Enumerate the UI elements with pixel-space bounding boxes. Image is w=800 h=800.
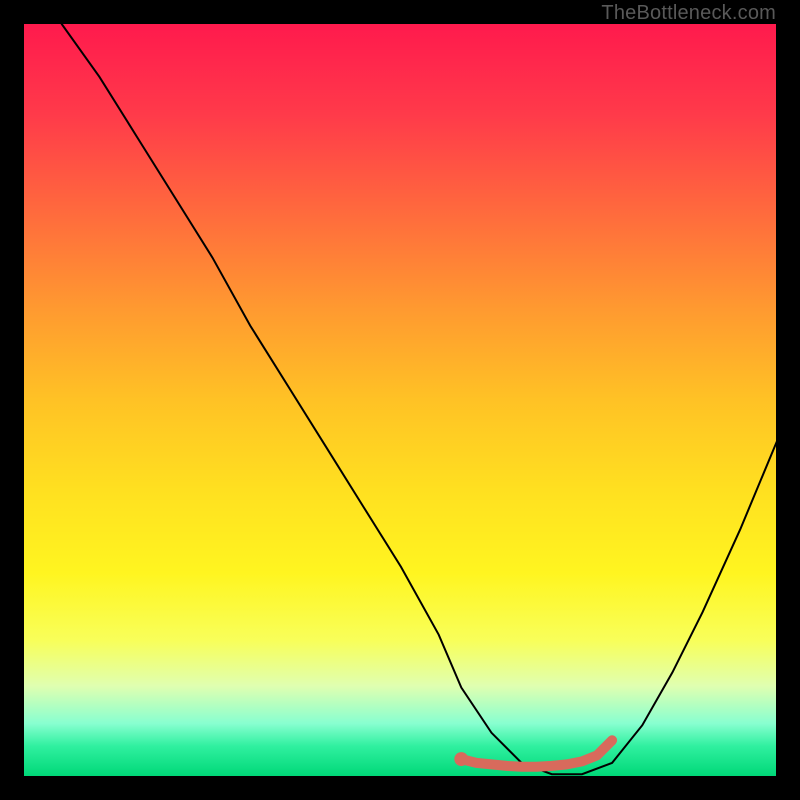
chart-container: TheBottleneck.com (0, 0, 800, 800)
watermark-text: TheBottleneck.com (601, 2, 776, 25)
chart-svg (24, 24, 778, 778)
bottleneck-curve-path (62, 24, 778, 774)
highlight-flat-path (461, 740, 612, 766)
plot-area (23, 23, 777, 777)
highlight-point (454, 752, 468, 766)
